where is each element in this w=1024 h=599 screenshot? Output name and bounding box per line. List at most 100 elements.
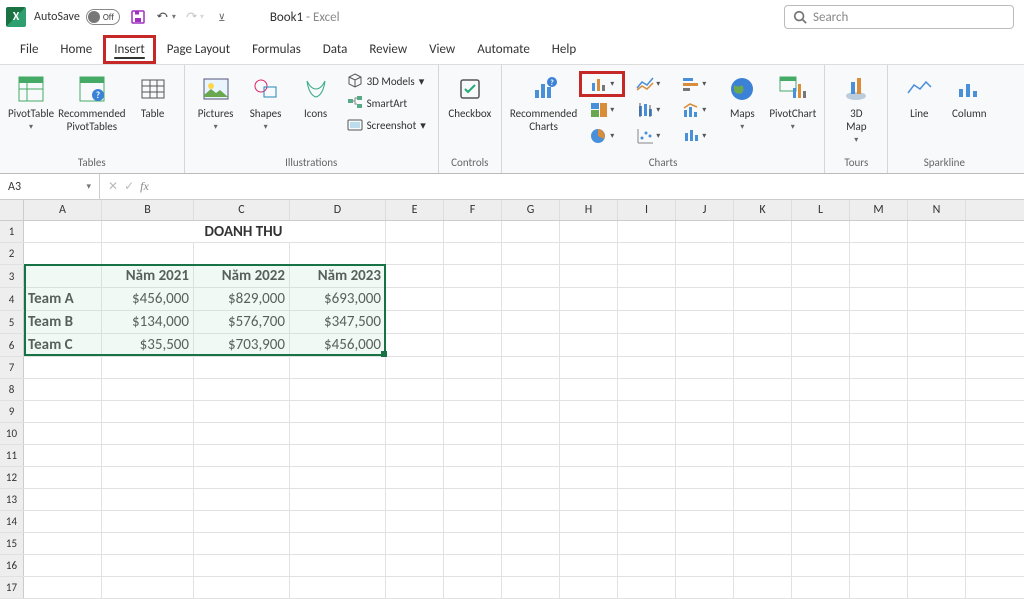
icons-button[interactable]: Icons bbox=[293, 71, 339, 120]
cell[interactable] bbox=[676, 555, 734, 576]
cell[interactable] bbox=[194, 555, 290, 576]
cell[interactable] bbox=[734, 288, 792, 310]
cell[interactable] bbox=[290, 445, 386, 466]
cell[interactable] bbox=[792, 555, 850, 576]
cell[interactable] bbox=[194, 445, 290, 466]
cell[interactable] bbox=[102, 511, 194, 532]
cell[interactable] bbox=[734, 379, 792, 400]
cell[interactable] bbox=[908, 489, 966, 510]
cell[interactable] bbox=[24, 401, 102, 422]
row-header[interactable]: 2 bbox=[0, 243, 24, 264]
cell[interactable] bbox=[24, 423, 102, 444]
cell[interactable] bbox=[734, 533, 792, 554]
cell[interactable] bbox=[850, 445, 908, 466]
cell[interactable] bbox=[560, 489, 618, 510]
cell[interactable] bbox=[560, 357, 618, 378]
cell[interactable] bbox=[386, 533, 444, 554]
cell[interactable] bbox=[386, 511, 444, 532]
column-chart-button[interactable]: ▾ bbox=[581, 73, 623, 95]
row-header[interactable]: 8 bbox=[0, 379, 24, 400]
cell[interactable] bbox=[792, 423, 850, 444]
cell[interactable] bbox=[502, 311, 560, 333]
cell[interactable] bbox=[618, 489, 676, 510]
cell[interactable] bbox=[444, 265, 502, 287]
cell[interactable] bbox=[792, 221, 850, 242]
cell[interactable] bbox=[560, 311, 618, 333]
cell[interactable] bbox=[676, 445, 734, 466]
cell[interactable] bbox=[850, 379, 908, 400]
cell[interactable] bbox=[734, 221, 792, 242]
cell[interactable] bbox=[908, 467, 966, 488]
cell[interactable] bbox=[618, 288, 676, 310]
cell[interactable] bbox=[290, 423, 386, 444]
cell[interactable] bbox=[734, 401, 792, 422]
hierarchy-chart-button[interactable]: ▾ bbox=[581, 99, 623, 121]
col-header[interactable]: K bbox=[734, 200, 792, 220]
col-header[interactable]: A bbox=[24, 200, 102, 220]
cell[interactable] bbox=[24, 555, 102, 576]
sparkline-line-button[interactable]: Line bbox=[896, 71, 942, 120]
cell[interactable] bbox=[676, 379, 734, 400]
row-header[interactable]: 5 bbox=[0, 311, 24, 333]
row-header[interactable]: 11 bbox=[0, 445, 24, 466]
cell[interactable] bbox=[792, 379, 850, 400]
cell[interactable] bbox=[908, 533, 966, 554]
row-header[interactable]: 9 bbox=[0, 401, 24, 422]
cell-value[interactable]: $693,000 bbox=[290, 288, 386, 310]
cell[interactable] bbox=[618, 445, 676, 466]
bar-chart-button[interactable]: ▾ bbox=[673, 73, 715, 95]
cell[interactable] bbox=[502, 489, 560, 510]
col-header[interactable]: L bbox=[792, 200, 850, 220]
cell[interactable] bbox=[444, 423, 502, 444]
cell[interactable] bbox=[676, 265, 734, 287]
cell[interactable] bbox=[386, 445, 444, 466]
qat-customize-icon[interactable]: ⊻ bbox=[212, 7, 232, 27]
cell[interactable] bbox=[502, 555, 560, 576]
cell[interactable] bbox=[194, 511, 290, 532]
cell[interactable] bbox=[792, 489, 850, 510]
col-header[interactable]: J bbox=[676, 200, 734, 220]
cell[interactable] bbox=[734, 265, 792, 287]
cell[interactable] bbox=[792, 467, 850, 488]
recommended-charts-button[interactable]: ? Recommended Charts bbox=[510, 71, 577, 133]
cell[interactable] bbox=[734, 445, 792, 466]
cell[interactable] bbox=[386, 555, 444, 576]
cancel-formula-icon[interactable]: ✕ bbox=[108, 179, 118, 194]
cell[interactable] bbox=[850, 489, 908, 510]
cell[interactable] bbox=[618, 467, 676, 488]
cell[interactable] bbox=[676, 221, 734, 242]
cell[interactable] bbox=[194, 357, 290, 378]
cell[interactable] bbox=[24, 489, 102, 510]
cell[interactable] bbox=[502, 423, 560, 444]
cell[interactable] bbox=[102, 445, 194, 466]
cell[interactable] bbox=[560, 334, 618, 356]
cell-value[interactable]: $829,000 bbox=[194, 288, 290, 310]
cell[interactable] bbox=[444, 555, 502, 576]
pie-chart-button[interactable]: ▾ bbox=[581, 125, 623, 147]
cell[interactable] bbox=[908, 311, 966, 333]
col-header[interactable]: M bbox=[850, 200, 908, 220]
cell[interactable] bbox=[386, 243, 444, 264]
smartart-button[interactable]: SmartArt bbox=[343, 93, 430, 113]
cell[interactable] bbox=[290, 467, 386, 488]
cell[interactable] bbox=[792, 357, 850, 378]
cell[interactable] bbox=[676, 489, 734, 510]
tab-home[interactable]: Home bbox=[50, 36, 102, 63]
col-header[interactable]: N bbox=[908, 200, 966, 220]
map-3d-button[interactable]: 3D Map ▾ bbox=[833, 71, 879, 145]
row-header[interactable]: 6 bbox=[0, 334, 24, 356]
cell[interactable] bbox=[24, 511, 102, 532]
cell[interactable] bbox=[24, 533, 102, 554]
tab-data[interactable]: Data bbox=[313, 36, 358, 63]
cell[interactable] bbox=[194, 533, 290, 554]
col-header[interactable]: C bbox=[194, 200, 290, 220]
cell[interactable] bbox=[676, 288, 734, 310]
cell[interactable] bbox=[734, 243, 792, 264]
cell[interactable] bbox=[850, 243, 908, 264]
cell[interactable] bbox=[386, 288, 444, 310]
cell[interactable] bbox=[908, 288, 966, 310]
cell[interactable] bbox=[102, 423, 194, 444]
cell[interactable] bbox=[444, 357, 502, 378]
screenshot-button[interactable]: Screenshot ▾ bbox=[343, 115, 430, 135]
row-header[interactable]: 7 bbox=[0, 357, 24, 378]
